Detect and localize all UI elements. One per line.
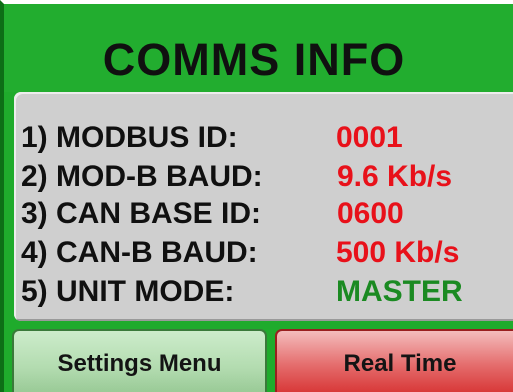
- modbus-id-label: 1) MODBUS ID:: [21, 121, 238, 154]
- real-time-button[interactable]: Real Time: [275, 329, 513, 392]
- settings-menu-button[interactable]: Settings Menu: [12, 329, 267, 392]
- page-title: COMMS INFO: [102, 34, 406, 85]
- can-base-id-label: 3) CAN BASE ID:: [21, 197, 262, 230]
- settings-menu-label: Settings Menu: [57, 350, 222, 377]
- unit-mode-value: MASTER: [336, 275, 463, 308]
- can-base-id-value: 0600: [337, 197, 404, 230]
- comms-info-screen: COMMS INFO 1) MODBUS ID: 0001 2) MOD-B B…: [0, 0, 513, 392]
- can-b-baud-value: 500 Kb/s: [336, 236, 460, 269]
- unit-mode-label: 5) UNIT MODE:: [21, 275, 235, 308]
- mod-b-baud-value: 9.6 Kb/s: [337, 160, 453, 193]
- real-time-label: Real Time: [343, 350, 457, 377]
- mod-b-baud-label: 2) MOD-B BAUD:: [21, 160, 263, 193]
- modbus-id-value: 0001: [336, 121, 403, 154]
- can-b-baud-label: 4) CAN-B BAUD:: [21, 236, 258, 269]
- comms-info-panel: 1) MODBUS ID: 0001 2) MOD-B BAUD: 9.6 Kb…: [14, 92, 513, 321]
- title-bar: COMMS INFO: [4, 4, 513, 92]
